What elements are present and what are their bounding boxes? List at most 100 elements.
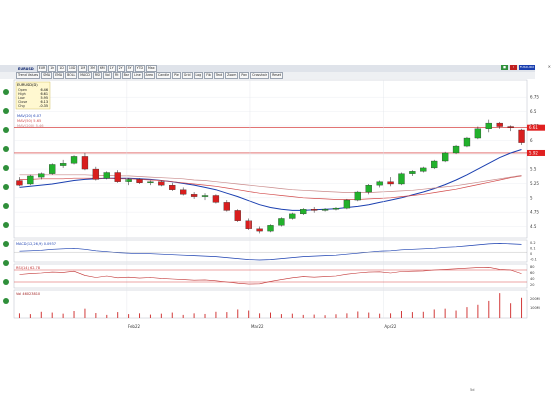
candle-body[interactable] bbox=[92, 168, 100, 180]
candle-body[interactable] bbox=[332, 207, 340, 210]
candle-body[interactable] bbox=[256, 228, 263, 232]
volume-bar bbox=[411, 312, 413, 318]
candle-body[interactable] bbox=[321, 209, 329, 211]
candle-body[interactable] bbox=[463, 137, 471, 147]
candle-body[interactable] bbox=[245, 220, 252, 229]
price-axis-tick-6: 5.25 bbox=[530, 181, 539, 186]
volume-bar bbox=[160, 313, 162, 318]
rsi-legend: RSI(14) 62.78 bbox=[16, 266, 40, 270]
volume-bar bbox=[422, 311, 424, 318]
candle-body[interactable] bbox=[387, 181, 394, 185]
candle-body[interactable] bbox=[136, 179, 143, 183]
candle-body[interactable] bbox=[158, 181, 165, 186]
candle-body[interactable] bbox=[114, 172, 121, 182]
price-axis-tick-5: 5.5 bbox=[530, 167, 537, 172]
volume-axis-tick-0: 200M bbox=[530, 297, 540, 301]
candle-body[interactable] bbox=[409, 171, 416, 174]
macd-axis-tick-0: 0.2 bbox=[530, 241, 536, 245]
ma-legend-1: MAV(50) 5.65 bbox=[17, 119, 41, 123]
candle-body[interactable] bbox=[507, 126, 514, 128]
candle-body[interactable] bbox=[354, 191, 361, 201]
status-label: 5d bbox=[470, 388, 475, 392]
price-axis-tick-8: 4.75 bbox=[530, 210, 539, 215]
candle-body[interactable] bbox=[16, 180, 23, 186]
volume-bar bbox=[390, 313, 392, 318]
chart-application: EURUSD EUR 1h 1D 10D 1M 3M 6M 1Y 2Y 5Y YTD Max Tren… bbox=[0, 62, 555, 392]
candle-body[interactable] bbox=[343, 199, 351, 209]
volume-bar bbox=[499, 293, 501, 318]
rsi-axis-tick-1: 60 bbox=[530, 271, 534, 275]
volume-bar bbox=[182, 314, 184, 318]
ma-legend-0: MAV(20) 6.07 bbox=[17, 114, 41, 118]
x-axis-label-2: Apr22 bbox=[384, 324, 396, 329]
candle-body[interactable] bbox=[103, 172, 110, 179]
volume-bar bbox=[226, 312, 228, 318]
candle-body[interactable] bbox=[49, 164, 56, 174]
volume-bar bbox=[193, 313, 195, 318]
candle-body[interactable] bbox=[485, 122, 492, 129]
candle-body[interactable] bbox=[81, 156, 89, 170]
volume-bar bbox=[117, 312, 119, 318]
volume-bar bbox=[521, 297, 523, 318]
chart-canvas[interactable]: 6.756.56.2565.755.55.2554.754.56.615.92E… bbox=[0, 62, 555, 337]
volume-bar bbox=[171, 312, 173, 318]
macd-axis-tick-2: 0 bbox=[530, 252, 532, 256]
candle-body[interactable] bbox=[70, 156, 78, 164]
volume-bar bbox=[204, 313, 206, 318]
volume-bar bbox=[95, 313, 97, 318]
volume-bar bbox=[510, 303, 512, 318]
candle-body[interactable] bbox=[420, 167, 427, 172]
candle-body[interactable] bbox=[365, 184, 372, 193]
candle-body[interactable] bbox=[201, 195, 209, 197]
macd-legend: MACD(12,26,9) 0.0937 bbox=[16, 242, 56, 246]
candle-body[interactable] bbox=[452, 145, 460, 154]
volume-bar bbox=[106, 314, 108, 318]
candle-body[interactable] bbox=[59, 163, 67, 166]
candle-body[interactable] bbox=[190, 194, 198, 197]
candle-body[interactable] bbox=[398, 173, 405, 185]
candle-body[interactable] bbox=[431, 160, 438, 169]
volume-bar bbox=[357, 311, 359, 318]
price-axis-tick-1: 6.5 bbox=[530, 109, 537, 114]
price-axis-tick-9: 4.5 bbox=[530, 224, 537, 229]
volume-bar bbox=[128, 314, 130, 318]
volume-bar bbox=[139, 313, 141, 318]
candle-body[interactable] bbox=[376, 181, 383, 186]
candle-body[interactable] bbox=[441, 152, 449, 162]
rsi-axis-tick-2: 40 bbox=[530, 277, 534, 281]
macd-axis-tick-1: 0.1 bbox=[530, 247, 536, 251]
volume-bar bbox=[29, 314, 31, 318]
volume-bar bbox=[433, 309, 435, 318]
volume-bar bbox=[40, 311, 42, 318]
candle-body[interactable] bbox=[27, 175, 34, 185]
candle-body[interactable] bbox=[518, 129, 525, 143]
candle-body[interactable] bbox=[474, 128, 482, 139]
volume-bar bbox=[291, 313, 293, 318]
volume-bar bbox=[259, 313, 261, 318]
candle-body[interactable] bbox=[169, 184, 176, 190]
volume-bar bbox=[346, 313, 348, 318]
volume-bar bbox=[280, 314, 282, 318]
candle-body[interactable] bbox=[212, 195, 220, 203]
volume-bar bbox=[248, 310, 250, 318]
volume-bar bbox=[237, 309, 239, 318]
volume-bar bbox=[335, 314, 337, 318]
candle-body[interactable] bbox=[38, 173, 45, 178]
candle-body[interactable] bbox=[496, 122, 503, 127]
price-tag-label-1: 5.92 bbox=[529, 150, 538, 155]
x-axis-label-1: Mar22 bbox=[251, 324, 264, 329]
candle-body[interactable] bbox=[300, 209, 307, 215]
volume-bar bbox=[73, 311, 75, 318]
candle-body[interactable] bbox=[278, 218, 285, 226]
candle-body[interactable] bbox=[311, 209, 318, 211]
candle-body[interactable] bbox=[267, 225, 274, 232]
candle-body[interactable] bbox=[147, 181, 154, 183]
candle-body[interactable] bbox=[180, 189, 187, 195]
candle-body[interactable] bbox=[223, 202, 230, 211]
candle-body[interactable] bbox=[234, 210, 241, 221]
candle-body[interactable] bbox=[289, 213, 296, 219]
volume-bar bbox=[324, 315, 326, 318]
candle-body[interactable] bbox=[125, 179, 132, 182]
volume-bar bbox=[51, 312, 53, 318]
volume-bar bbox=[379, 313, 381, 318]
